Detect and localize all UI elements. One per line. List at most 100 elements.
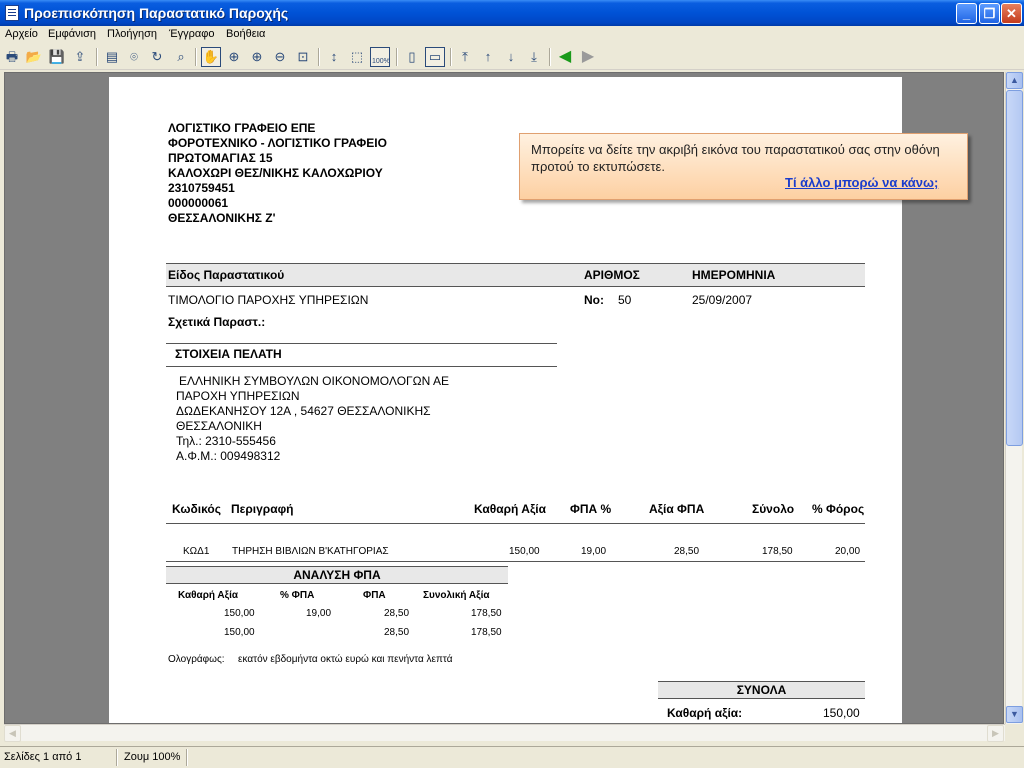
menu-bar: Αρχείο Εμφάνιση Πλοήγηση Έγγραφο Βοήθεια: [0, 26, 1024, 44]
prev-page-icon[interactable]: ↑: [478, 47, 498, 67]
status-pages: Σελίδες 1 από 1: [4, 751, 82, 763]
vat-row1-total: 178,50: [471, 608, 502, 619]
customer-city: ΘΕΣΣΑΛΟΝΙΚΗ: [176, 419, 262, 433]
vat-row2-total: 178,50: [471, 627, 502, 638]
hand-icon[interactable]: ✋: [201, 47, 221, 67]
company-city: ΚΑΛΟΧΩΡΙ ΘΕΣ/ΝΙΚΗΣ ΚΑΛΟΧΩΡΙΟΥ: [168, 166, 383, 180]
col-vat-pct: ΦΠΑ %: [570, 502, 612, 516]
customer-phone: Τηλ.: 2310-555456: [176, 434, 276, 448]
maximize-button[interactable]: ❐: [979, 3, 1000, 24]
vat-row1-net: 150,00: [224, 608, 255, 619]
toolbar-separator: [195, 48, 197, 66]
doc-number-label: ΑΡΙΘΜΟΣ: [584, 268, 640, 282]
scroll-down-icon[interactable]: ▼: [1006, 706, 1023, 723]
zoom-100-label: 100%: [372, 58, 390, 65]
vertical-scroll-thumb[interactable]: [1006, 90, 1023, 446]
minimize-button[interactable]: _: [956, 3, 977, 24]
col-code: Κωδικός: [172, 502, 222, 516]
title-bar: Προεπισκόπηση Παραστατικό Παροχής _ ❐ ✕: [0, 0, 1024, 26]
doc-date-label: ΗΜΕΡΟΜΗΝΙΑ: [692, 268, 776, 282]
zoom-in-2-icon[interactable]: ⊕: [247, 47, 267, 67]
zoom-in-icon[interactable]: ⊕: [224, 47, 244, 67]
save-icon[interactable]: 💾: [47, 47, 67, 67]
menu-document[interactable]: Έγγραφο: [169, 28, 215, 40]
scroll-left-icon[interactable]: ◀: [4, 725, 21, 742]
doc-number-value: 50: [618, 293, 632, 307]
fit-page-icon[interactable]: ⬚: [347, 47, 367, 67]
close-button[interactable]: ✕: [1001, 3, 1022, 24]
menu-view[interactable]: Εμφάνιση: [48, 28, 96, 40]
status-bar: Σελίδες 1 από 1 Ζουμ 100%: [0, 746, 1024, 768]
page-search-icon[interactable]: ⌕: [171, 47, 191, 67]
company-block: ΛΟΓΙΣΤΙΚΟ ΓΡΑΦΕΙΟ ΕΠΕ ΦΟΡΟΤΕΧΝΙΚΟ - ΛΟΓΙ…: [168, 121, 387, 226]
scroll-up-icon[interactable]: ▲: [1006, 72, 1023, 89]
first-page-icon[interactable]: ⤒: [455, 47, 475, 67]
toolbar: 🖶 📂 💾 ⇪ ▤ ⌾ ↻ ⌕ ✋ ⊕ ⊕ ⊖ ⊡ ↕ ⬚ 100% ▯ ▭ ⤒…: [0, 44, 1024, 70]
back-icon[interactable]: ◀: [555, 47, 575, 67]
balloon-message: Μπορείτε να δείτε την ακριβή εικόνα του …: [531, 142, 940, 174]
menu-file[interactable]: Αρχείο: [5, 28, 38, 40]
zoom-region-icon[interactable]: ⊡: [293, 47, 313, 67]
scroll-right-icon[interactable]: ▶: [987, 725, 1004, 742]
two-page-icon[interactable]: ▭: [425, 47, 445, 67]
customer-name: ΕΛΛΗΝΙΚΗ ΣΥΜΒΟΥΛΩΝ ΟΙΚΟΝΟΜΟΛΟΓΩΝ ΑΕ: [179, 374, 449, 388]
divider: [166, 561, 865, 562]
company-tax-office: ΘΕΣΣΑΛΟΝΙΚΗΣ Ζ': [168, 211, 276, 225]
item-description: ΤΗΡΗΣΗ ΒΙΒΛΙΩΝ Β'ΚΑΤΗΓΟΡΙΑΣ: [232, 546, 389, 557]
binoculars-icon[interactable]: ⌾: [124, 47, 144, 67]
divider: [166, 583, 508, 584]
vat-col-net: Καθαρή Αξία: [178, 590, 238, 601]
document-header-band: Είδος Παραστατικού ΑΡΙΘΜΟΣ ΗΜΕΡΟΜΗΝΙΑ: [166, 263, 865, 287]
item-net: 150,00: [509, 546, 540, 557]
forward-icon[interactable]: ▶: [578, 47, 598, 67]
next-page-icon[interactable]: ↓: [501, 47, 521, 67]
refresh-icon[interactable]: ↻: [147, 47, 167, 67]
col-tax-pct: % Φόρος: [812, 502, 865, 516]
horizontal-scrollbar[interactable]: ◀ ▶: [4, 724, 1005, 742]
toolbar-separator: [549, 48, 551, 66]
balloon-help-link[interactable]: Τί άλλο μπορώ να κάνω;: [785, 175, 938, 190]
zoom-100-icon[interactable]: 100%: [370, 47, 390, 67]
vat-col-pct: % ΦΠΑ: [280, 590, 315, 601]
vat-col-vat: ΦΠΑ: [363, 590, 386, 601]
totals-net-label: Καθαρή αξία:: [667, 706, 743, 720]
customer-address: ΔΩΔΕΚΑΝΗΣΟΥ 12Α , 54627 ΘΕΣΣΑΛΟΝΙΚΗΣ: [176, 404, 431, 418]
print-icon[interactable]: 🖶: [2, 47, 22, 67]
vat-col-total: Συνολική Αξία: [423, 590, 490, 601]
divider: [166, 366, 557, 367]
totals-title: ΣΥΝΟΛΑ: [658, 681, 865, 699]
document-app-icon: [5, 5, 19, 21]
item-vat-pct: 19,00: [581, 546, 607, 557]
toolbar-separator: [396, 48, 398, 66]
col-net-value: Καθαρή Αξία: [474, 502, 546, 516]
item-total: 178,50: [762, 546, 793, 557]
last-page-icon[interactable]: ⤓: [524, 47, 544, 67]
single-page-icon[interactable]: ▯: [402, 47, 422, 67]
divider: [166, 343, 557, 344]
company-name: ΛΟΓΙΣΤΙΚΟ ΓΡΑΦΕΙΟ ΕΠΕ: [168, 121, 316, 135]
menu-navigation[interactable]: Πλοήγηση: [107, 28, 157, 40]
toolbar-separator: [450, 48, 452, 66]
customer-heading: ΣΤΟΙΧΕΙΑ ΠΕΛΑΤΗ: [175, 347, 282, 361]
vat-row2-vat: 28,50: [384, 627, 410, 638]
related-docs-label: Σχετικά Παραστ.:: [168, 315, 266, 329]
doc-number-prefix: No:: [584, 293, 604, 307]
col-total: Σύνολο: [752, 502, 795, 516]
vertical-scrollbar[interactable]: ▲ ▼: [1005, 72, 1023, 724]
status-zoom: Ζουμ 100%: [124, 751, 181, 763]
item-vat-amount: 28,50: [674, 546, 700, 557]
item-tax-pct: 20,00: [835, 546, 861, 557]
menu-help[interactable]: Βοήθεια: [226, 28, 265, 40]
fit-height-icon[interactable]: ↕: [324, 47, 344, 67]
zoom-out-icon[interactable]: ⊖: [270, 47, 290, 67]
toolbar-separator: [318, 48, 320, 66]
table-icon[interactable]: ▤: [102, 47, 122, 67]
totals-net-value: 150,00: [823, 706, 860, 720]
col-vat-amount: Αξία ΦΠΑ: [649, 502, 705, 516]
customer-activity: ΠΑΡΟΧΗ ΥΠΗΡΕΣΙΩΝ: [176, 389, 300, 403]
vat-row1-vat: 28,50: [384, 608, 410, 619]
in-words-label: Ολογράφως:: [168, 654, 225, 665]
company-street: ΠΡΩΤΟΜΑΓΙΑΣ 15: [168, 151, 273, 165]
export-icon[interactable]: ⇪: [70, 47, 90, 67]
open-folder-icon[interactable]: 📂: [24, 47, 44, 67]
